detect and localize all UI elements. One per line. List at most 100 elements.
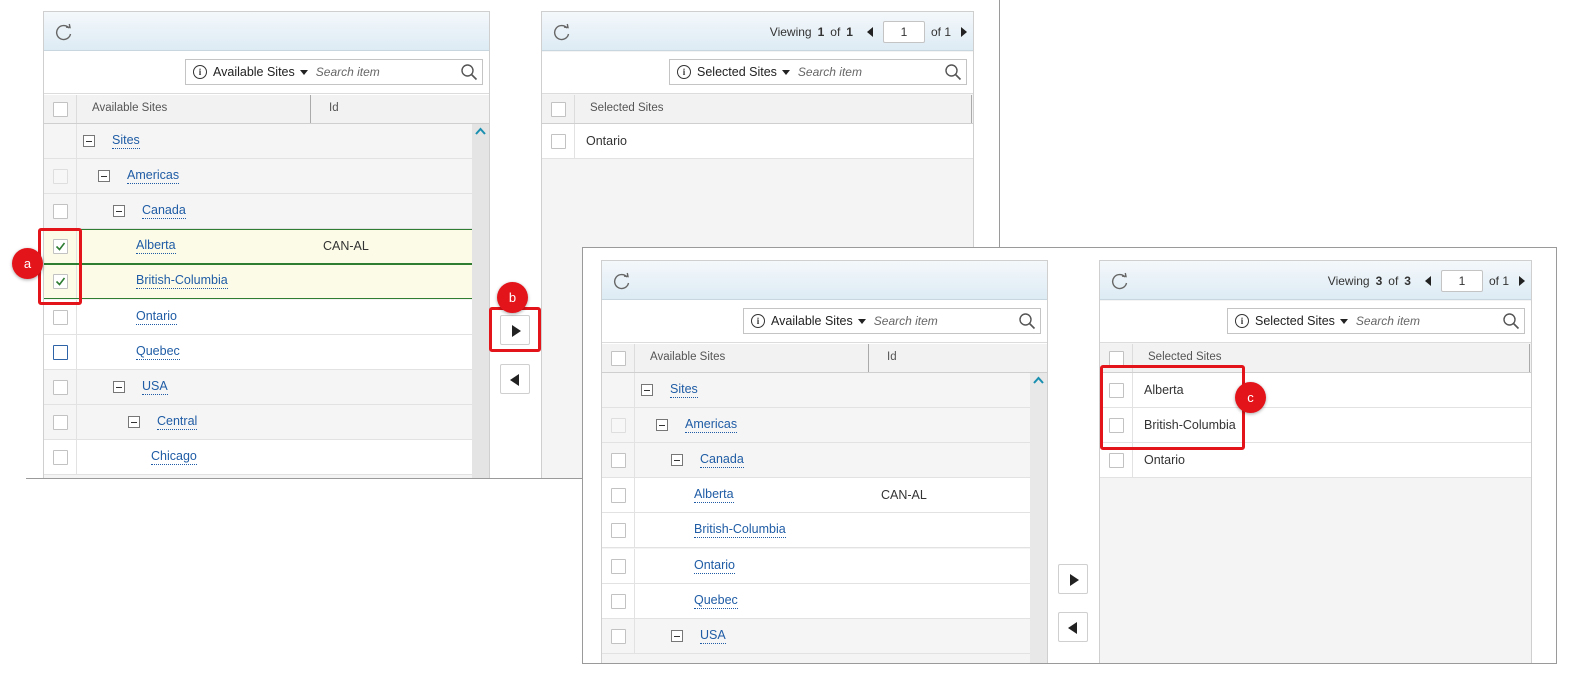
- tree-item-link[interactable]: Canada: [700, 452, 744, 468]
- tree-item-link[interactable]: USA: [700, 628, 726, 644]
- search-scope-label[interactable]: Selected Sites: [1255, 314, 1335, 328]
- prev-page-icon[interactable]: [1424, 276, 1431, 286]
- select-all-checkbox[interactable]: [1109, 351, 1124, 366]
- row-checkbox[interactable]: [1109, 453, 1124, 468]
- tree-item-link[interactable]: Sites: [112, 133, 140, 149]
- tree-item-link[interactable]: Alberta: [694, 487, 734, 503]
- collapse-icon[interactable]: [656, 419, 668, 431]
- tree-item-link[interactable]: Ontario: [694, 558, 735, 574]
- tree-item-link[interactable]: Americas: [127, 168, 180, 184]
- tree-row-central[interactable]: Central: [44, 405, 472, 440]
- tree-row-chicago[interactable]: Chicago: [44, 440, 472, 475]
- tree-row-canada[interactable]: Canada: [44, 194, 472, 229]
- search-input[interactable]: Search item: [874, 314, 1018, 328]
- info-icon[interactable]: i: [193, 65, 207, 79]
- refresh-icon[interactable]: [1110, 272, 1130, 290]
- refresh-icon[interactable]: [552, 23, 572, 41]
- move-right-button[interactable]: [1058, 564, 1088, 594]
- next-page-icon[interactable]: [961, 27, 967, 37]
- tree-item-link[interactable]: Central: [157, 414, 198, 430]
- prev-page-icon[interactable]: [866, 27, 873, 37]
- search-input[interactable]: Search item: [1356, 314, 1502, 328]
- select-all-checkbox[interactable]: [611, 351, 626, 366]
- column-divider[interactable]: [971, 95, 972, 123]
- move-left-button[interactable]: [500, 364, 530, 394]
- chevron-down-icon[interactable]: [781, 69, 790, 75]
- row-checkbox[interactable]: [53, 450, 68, 465]
- tree-row-sites[interactable]: Sites: [44, 124, 472, 159]
- chevron-up-icon[interactable]: [475, 127, 486, 135]
- tree-item-link[interactable]: Chicago: [151, 449, 197, 465]
- collapse-icon[interactable]: [98, 170, 110, 182]
- vertical-scrollbar[interactable]: [1030, 373, 1047, 663]
- search-icon[interactable]: [1502, 312, 1520, 330]
- collapse-icon[interactable]: [83, 135, 95, 147]
- tree-item-link[interactable]: British-Columbia: [694, 522, 786, 538]
- select-all-checkbox[interactable]: [551, 102, 566, 117]
- search-scope-label[interactable]: Available Sites: [213, 65, 295, 79]
- column-divider[interactable]: [310, 95, 311, 123]
- search-icon[interactable]: [1018, 312, 1036, 330]
- column-divider[interactable]: [868, 344, 869, 372]
- row-checkbox[interactable]: [53, 345, 68, 360]
- tree-row-ontario[interactable]: Ontario: [602, 549, 1030, 584]
- tree-row-americas[interactable]: Americas: [602, 408, 1030, 443]
- row-checkbox[interactable]: [53, 380, 68, 395]
- collapse-icon[interactable]: [113, 381, 125, 393]
- chevron-down-icon[interactable]: [857, 318, 866, 324]
- info-icon[interactable]: i: [1235, 314, 1249, 328]
- tree-row-alberta[interactable]: Alberta CAN-AL: [602, 478, 1030, 513]
- chevron-down-icon[interactable]: [1339, 318, 1348, 324]
- tree-item-link[interactable]: Ontario: [136, 309, 177, 325]
- collapse-icon[interactable]: [113, 205, 125, 217]
- tree-row-usa[interactable]: USA: [44, 370, 472, 405]
- page-number-input[interactable]: 1: [882, 21, 925, 43]
- row-checkbox[interactable]: [611, 523, 626, 538]
- tree-row-british-columbia[interactable]: British-Columbia: [602, 513, 1030, 548]
- tree-item-link[interactable]: USA: [142, 379, 168, 395]
- collapse-icon[interactable]: [128, 416, 140, 428]
- tree-row-canada[interactable]: Canada: [602, 443, 1030, 478]
- available-search-box[interactable]: i Available Sites Search item: [185, 59, 483, 85]
- row-checkbox[interactable]: [551, 134, 566, 149]
- chevron-up-icon[interactable]: [1033, 376, 1044, 384]
- search-icon[interactable]: [944, 63, 962, 81]
- column-divider[interactable]: [1529, 344, 1530, 372]
- refresh-icon[interactable]: [612, 272, 632, 290]
- info-icon[interactable]: i: [751, 314, 765, 328]
- tree-item-link[interactable]: Quebec: [136, 344, 180, 360]
- selected-search-box[interactable]: i Selected Sites Search item: [669, 59, 967, 85]
- collapse-icon[interactable]: [641, 384, 653, 396]
- info-icon[interactable]: i: [677, 65, 691, 79]
- next-page-icon[interactable]: [1519, 276, 1525, 286]
- row-checkbox[interactable]: [611, 453, 626, 468]
- tree-item-link[interactable]: Americas: [685, 417, 738, 433]
- available-search-box[interactable]: i Available Sites Search item: [743, 308, 1041, 334]
- tree-row-british-columbia[interactable]: British-Columbia: [44, 264, 472, 299]
- tree-item-link[interactable]: British-Columbia: [136, 273, 228, 289]
- search-input[interactable]: Search item: [316, 65, 460, 79]
- tree-row-quebec[interactable]: Quebec: [602, 584, 1030, 619]
- tree-row-usa[interactable]: USA: [602, 619, 1030, 654]
- row-checkbox[interactable]: [53, 204, 68, 219]
- tree-row-alberta[interactable]: Alberta CAN-AL: [44, 229, 472, 264]
- row-checkbox[interactable]: [611, 629, 626, 644]
- tree-row-ontario[interactable]: Ontario: [44, 300, 472, 335]
- collapse-icon[interactable]: [671, 454, 683, 466]
- search-scope-label[interactable]: Selected Sites: [697, 65, 777, 79]
- collapse-icon[interactable]: [671, 630, 683, 642]
- row-checkbox[interactable]: [611, 559, 626, 574]
- tree-item-link[interactable]: Canada: [142, 203, 186, 219]
- tree-item-link[interactable]: Alberta: [136, 238, 176, 254]
- search-input[interactable]: Search item: [798, 65, 944, 79]
- refresh-icon[interactable]: [54, 23, 74, 41]
- tree-row-americas[interactable]: Americas: [44, 159, 472, 194]
- vertical-scrollbar[interactable]: [472, 124, 489, 478]
- row-checkbox[interactable]: [611, 594, 626, 609]
- page-number-input[interactable]: 1: [1440, 270, 1483, 292]
- row-checkbox[interactable]: [611, 488, 626, 503]
- search-scope-label[interactable]: Available Sites: [771, 314, 853, 328]
- tree-row-sites[interactable]: Sites: [602, 373, 1030, 408]
- tree-item-link[interactable]: Sites: [670, 382, 698, 398]
- selected-search-box[interactable]: i Selected Sites Search item: [1227, 308, 1525, 334]
